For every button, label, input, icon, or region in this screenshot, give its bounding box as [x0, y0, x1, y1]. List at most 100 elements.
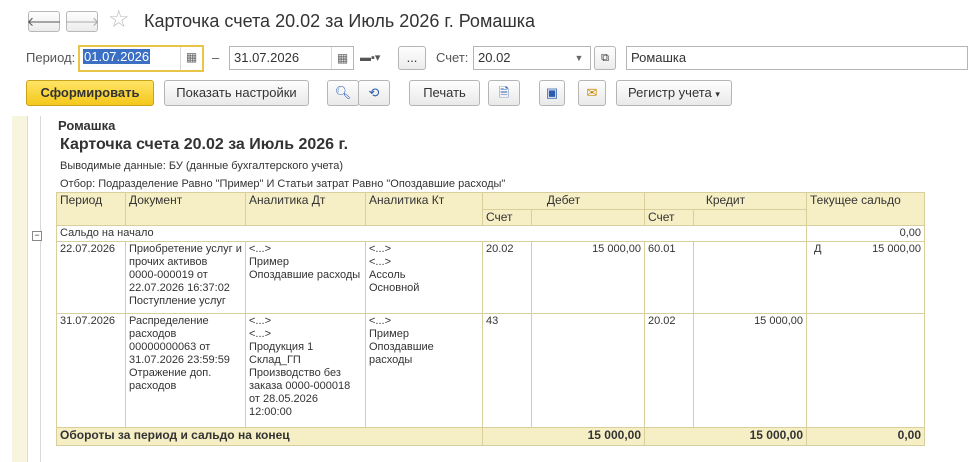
row-analytics-dt: <...> Пример Опоздавшие расходы: [245, 241, 366, 314]
chevron-down-icon: ▾: [715, 89, 720, 99]
document-line: 0000-000019 от: [129, 269, 208, 281]
document-line: Отражение доп.: [129, 367, 212, 379]
register-label: Регистр учета: [628, 85, 712, 100]
document-line: прочих активов: [129, 256, 208, 268]
open-window-icon: ⧉: [601, 52, 609, 64]
email-button[interactable]: ✉: [578, 80, 606, 106]
organization-input[interactable]: Ромашка: [626, 46, 968, 70]
row-document[interactable]: Приобретение услуг и прочих активов 0000…: [125, 241, 246, 314]
report-side-strip: [12, 116, 28, 462]
analytics-line: от 28.05.2026: [249, 393, 319, 405]
row-document[interactable]: Распределение расходов 00000000063 от 31…: [125, 313, 246, 428]
period-label: Период:: [26, 50, 76, 65]
arrow-left-icon: 🡐: [26, 13, 62, 29]
search-button[interactable]: 🔍︎: [327, 80, 359, 106]
calendar-icon[interactable]: ▦: [180, 47, 202, 70]
header-period: Период: [56, 192, 126, 226]
analytics-line: Основной: [369, 282, 420, 294]
document-line: расходов: [129, 328, 177, 340]
analytics-line: Опоздавшие расходы: [249, 269, 361, 281]
analytics-line: Пример: [369, 328, 409, 340]
analytics-line: <...>: [369, 243, 392, 255]
back-button[interactable]: 🡐: [26, 11, 62, 32]
header-credit: Кредит: [644, 192, 807, 210]
group-ruler: [27, 116, 41, 462]
envelope-icon: ✉: [586, 85, 598, 100]
document-line: Приобретение услуг и: [129, 243, 242, 255]
header-credit-account: Счет: [644, 209, 694, 226]
analytics-line: <...>: [369, 256, 392, 268]
period-select-button[interactable]: ...: [398, 46, 426, 70]
period-type-dropdown[interactable]: ▬▪▾: [360, 51, 380, 64]
row-kt-sum: 15 000,00: [693, 313, 807, 428]
row-dt-sum: [531, 313, 645, 428]
register-dropdown-button[interactable]: Регистр учета ▾: [616, 80, 732, 106]
opening-balance-row[interactable]: Сальдо на начало 0,00: [56, 225, 925, 242]
row-balance: [806, 313, 925, 428]
totals-debit: 15 000,00: [482, 427, 645, 446]
date-separator: –: [212, 50, 220, 65]
analytics-line: Пример: [249, 256, 289, 268]
balance-type: Д: [814, 243, 822, 255]
header-analytics-dt: Аналитика Дт: [245, 192, 366, 226]
search-refresh-icon: ⟲: [368, 85, 380, 100]
save-icon: ▣: [545, 85, 559, 100]
document-line: расходов: [129, 380, 177, 392]
table-row[interactable]: 31.07.2026 Распределение расходов 000000…: [56, 313, 925, 428]
row-dt-account: 43: [482, 313, 532, 428]
balance-sum: 15 000,00: [872, 243, 921, 255]
analytics-line: заказа 0000-000018: [249, 380, 351, 392]
opening-balance-value: 0,00: [806, 225, 925, 242]
totals-balance: 0,00: [806, 427, 925, 446]
report-sheet[interactable]: − Ромашка Карточка счета 20.02 за Июль 2…: [12, 116, 968, 462]
header-balance: Текущее сальдо: [806, 192, 925, 226]
open-account-button[interactable]: ⧉: [594, 46, 616, 70]
print-preview-icon: 🗎: [498, 85, 510, 100]
header-debit-sum: [531, 209, 645, 226]
row-dt-account: 20.02: [482, 241, 532, 314]
document-line: Поступление услуг: [129, 295, 226, 307]
calendar-icon[interactable]: ▦: [331, 47, 353, 69]
table-row[interactable]: 22.07.2026 Приобретение услуг и прочих а…: [56, 241, 925, 314]
report-filter-line: Отбор: Подразделение Равно "Пример" И Ст…: [60, 178, 506, 190]
report-table: Период Документ Аналитика Дт Аналитика К…: [56, 192, 925, 446]
document-line: Распределение: [129, 315, 209, 327]
document-line: 22.07.2026 16:37:02: [129, 282, 230, 294]
account-label: Счет:: [436, 50, 469, 65]
analytics-line: Производство без: [249, 367, 341, 379]
row-kt-sum: [693, 241, 807, 314]
header-document: Документ: [125, 192, 246, 226]
show-settings-button[interactable]: Показать настройки: [164, 80, 309, 106]
preview-button[interactable]: 🗎: [488, 80, 520, 106]
analytics-line: <...>: [249, 315, 272, 327]
report-output-line: Выводимые данные: БУ (данные бухгалтерск…: [60, 160, 343, 172]
save-button[interactable]: ▣: [539, 80, 565, 106]
row-kt-account: 60.01: [644, 241, 694, 314]
date-from-value: 01.07.2026: [83, 49, 151, 64]
date-to-input[interactable]: 31.07.2026 ▦: [229, 46, 354, 70]
date-to-value: 31.07.2026: [234, 50, 300, 65]
chevron-down-icon[interactable]: ▼: [568, 47, 590, 69]
document-line: 31.07.2026 23:59:59: [129, 354, 230, 366]
title-bar: 🡐 🡒 ☆ Карточка счета 20.02 за Июль 2026 …: [0, 0, 968, 40]
collapse-group-icon[interactable]: −: [32, 231, 42, 241]
date-from-input[interactable]: 01.07.2026 ▦: [78, 45, 204, 72]
forward-button[interactable]: 🡒: [64, 11, 100, 32]
refresh-search-button[interactable]: ⟲: [358, 80, 390, 106]
analytics-line: <...>: [249, 243, 272, 255]
analytics-line: 12:00:00: [249, 406, 292, 418]
row-period: 22.07.2026: [56, 241, 126, 314]
opening-balance-label: Сальдо на начало: [56, 225, 807, 242]
row-analytics-kt: <...> <...> Ассоль Основной: [365, 241, 483, 314]
totals-row[interactable]: Обороты за период и сальдо на конец 15 0…: [56, 427, 925, 446]
print-button[interactable]: Печать: [409, 80, 480, 106]
row-balance: Д 15 000,00: [806, 241, 925, 314]
header-debit: Дебет: [482, 192, 645, 210]
analytics-line: Опоздавшие расходы: [369, 341, 434, 366]
generate-button[interactable]: Сформировать: [26, 80, 154, 106]
favorite-star-icon[interactable]: ☆: [108, 6, 130, 34]
report-organization: Ромашка: [58, 118, 116, 133]
totals-credit: 15 000,00: [644, 427, 807, 446]
arrow-right-icon: 🡒: [64, 13, 100, 29]
account-input[interactable]: 20.02 ▼: [473, 46, 591, 70]
